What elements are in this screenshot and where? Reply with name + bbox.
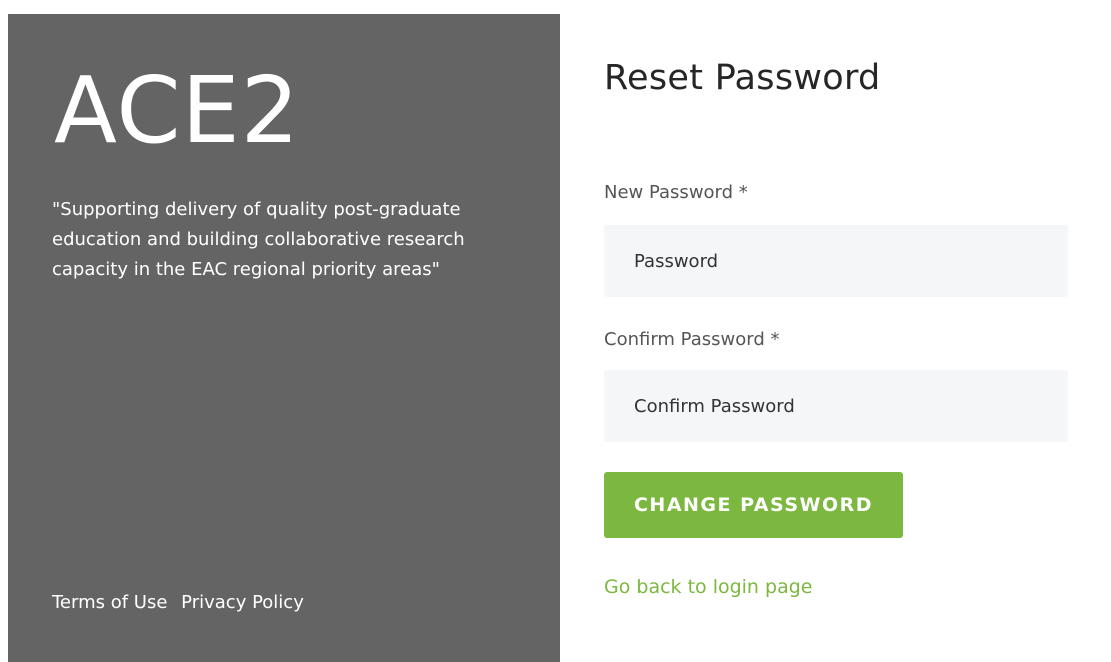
reset-password-page: ACE2 "Supporting delivery of quality pos… [0,0,1111,662]
terms-of-use-link[interactable]: Terms of Use [52,592,167,613]
reset-password-form: Reset Password New Password * Confirm Pa… [604,14,1068,662]
new-password-input[interactable] [604,225,1068,297]
brand-panel: ACE2 "Supporting delivery of quality pos… [8,14,560,662]
new-password-label: New Password * [604,182,748,203]
brand-tagline: "Supporting delivery of quality post-gra… [52,199,465,280]
page-title: Reset Password [604,58,881,98]
back-to-login-link[interactable]: Go back to login page [604,576,812,598]
change-password-button[interactable]: CHANGE PASSWORD [604,472,903,538]
footer-links: Terms of Use Privacy Policy [52,592,304,613]
confirm-password-input[interactable] [604,370,1068,442]
privacy-policy-link[interactable]: Privacy Policy [181,592,304,613]
confirm-password-label: Confirm Password * [604,329,780,350]
brand-logo-text: ACE2 [54,57,301,164]
